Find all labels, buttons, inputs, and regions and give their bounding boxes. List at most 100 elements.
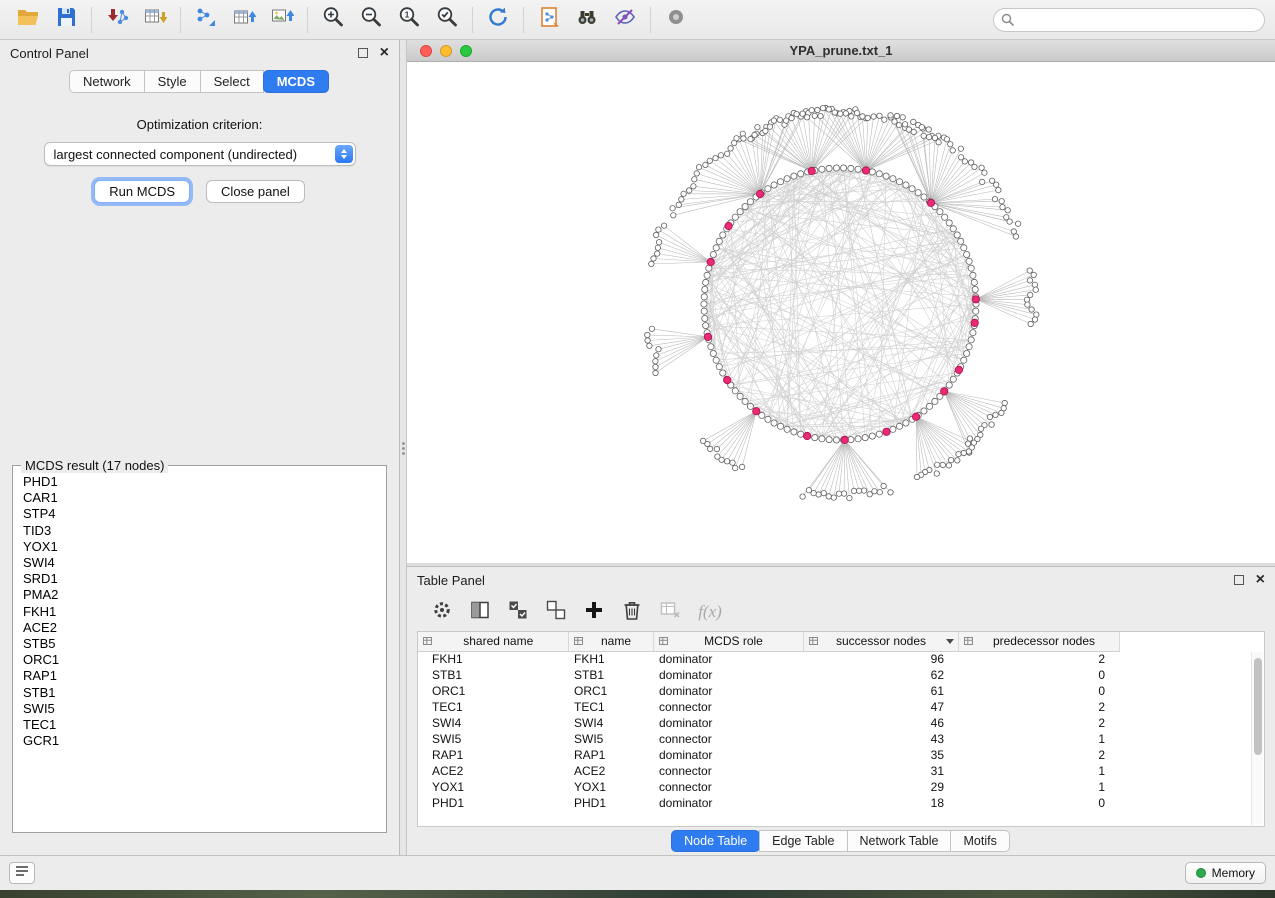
table-row[interactable]: ACE2ACE2connector311 [418,763,1119,779]
export-image-button[interactable] [264,4,300,36]
import-network-button[interactable] [99,4,135,36]
tab-network-table[interactable]: Network Table [847,830,952,852]
mcds-result-item[interactable]: STB5 [23,636,386,652]
close-panel-button[interactable]: Close panel [206,180,305,203]
mcds-result-item[interactable]: SWI4 [23,555,386,571]
table-row[interactable]: SWI5SWI5connector431 [418,731,1119,747]
mcds-result-item[interactable]: PHD1 [23,474,386,490]
mcds-result-item[interactable]: ACE2 [23,620,386,636]
tab-motifs[interactable]: Motifs [950,830,1009,852]
mcds-result-item[interactable]: RAP1 [23,668,386,684]
table-toolbar: f(x) [407,593,1275,631]
window-close-icon[interactable] [420,45,432,57]
mcds-result-item[interactable]: STB1 [23,685,386,701]
window-zoom-icon[interactable] [460,45,472,57]
window-minimize-icon[interactable] [440,45,452,57]
save-session-button[interactable] [48,4,84,36]
memory-button[interactable]: Memory [1185,862,1266,884]
network-graph-svg[interactable] [407,62,1275,563]
status-menu-button[interactable] [9,862,35,884]
column-header-mcds-role[interactable]: MCDS role [653,632,803,651]
close-panel-icon[interactable]: × [380,45,389,61]
refresh-button[interactable] [480,4,516,36]
criterion-dropdown[interactable]: largest connected component (undirected) [44,142,356,166]
mcds-result-item[interactable]: YOX1 [23,539,386,555]
table-cell: 2 [958,699,1119,715]
show-columns-button[interactable] [465,598,495,626]
memory-label: Memory [1212,866,1255,880]
select-all-button[interactable] [503,598,533,626]
table-settings-button[interactable] [427,598,457,626]
run-mcds-button[interactable]: Run MCDS [94,180,190,203]
table-cell: TEC1 [418,699,568,715]
plus-icon [582,598,606,627]
clear-table-button[interactable] [655,598,685,626]
tab-network[interactable]: Network [69,70,145,93]
mcds-result-item[interactable]: TID3 [23,523,386,539]
mcds-result-item[interactable]: GCR1 [23,733,386,749]
table-row[interactable]: TEC1TEC1connector472 [418,699,1119,715]
search-input[interactable] [993,8,1265,32]
table-row[interactable]: PHD1PHD1dominator180 [418,795,1119,811]
close-table-panel-icon[interactable]: × [1256,572,1265,588]
mcds-result-item[interactable]: PMA2 [23,587,386,603]
table-row[interactable]: YOX1YOX1connector291 [418,779,1119,795]
mcds-result-item[interactable]: FKH1 [23,604,386,620]
tab-node-table[interactable]: Node Table [671,830,760,852]
unselect-all-button[interactable] [541,598,571,626]
table-row[interactable]: FKH1FKH1dominator962 [418,651,1119,667]
column-header-shared-name[interactable]: shared name [418,632,568,651]
control-panel: Control Panel × Network Style Select MCD… [0,40,400,855]
column-header-successor-nodes[interactable]: successor nodes [803,632,958,651]
share-document-button[interactable] [531,4,567,36]
table-cell: connector [653,699,803,715]
column-menu-icon [808,636,819,647]
table-cell: ORC1 [568,683,653,699]
function-builder-button[interactable]: f(x) [693,598,723,626]
zoom-fit-button[interactable]: 1 [391,4,427,36]
visibility-off-button[interactable] [607,4,643,36]
table-scrollbar[interactable] [1251,652,1263,825]
node-table: shared name name MCDS role successor nod… [418,632,1120,811]
tab-style[interactable]: Style [144,70,201,93]
table-row[interactable]: RAP1RAP1dominator352 [418,747,1119,763]
mcds-result-item[interactable]: CAR1 [23,490,386,506]
mcds-result-item[interactable]: TEC1 [23,717,386,733]
table-row[interactable]: STB1STB1dominator620 [418,667,1119,683]
export-network-button[interactable] [188,4,224,36]
table-cell: 35 [803,747,958,763]
eye-icon [664,5,688,34]
table-scrollbar-thumb[interactable] [1254,658,1262,755]
eye-button[interactable] [658,4,694,36]
float-table-panel-icon[interactable] [1234,575,1244,585]
vertical-splitter[interactable] [400,40,407,855]
tab-mcds[interactable]: MCDS [263,70,329,93]
tab-edge-table[interactable]: Edge Table [759,830,847,852]
zoom-selected-icon [435,5,459,34]
mcds-result-item[interactable]: STP4 [23,506,386,522]
column-header-predecessor-nodes[interactable]: predecessor nodes [958,632,1119,651]
mcds-result-item[interactable]: SRD1 [23,571,386,587]
svg-text:1: 1 [405,10,410,20]
add-column-button[interactable] [579,598,609,626]
network-window-titlebar[interactable]: YPA_prune.txt_1 [407,40,1275,62]
open-file-button[interactable] [10,4,46,36]
tab-select[interactable]: Select [200,70,264,93]
mcds-result-item[interactable]: SWI5 [23,701,386,717]
import-table-button[interactable] [137,4,173,36]
column-header-name[interactable]: name [568,632,653,651]
export-table-button[interactable] [226,4,262,36]
table-row[interactable]: SWI4SWI4dominator462 [418,715,1119,731]
table-row[interactable]: ORC1ORC1dominator610 [418,683,1119,699]
save-icon [54,5,78,34]
zoom-selected-button[interactable] [429,4,465,36]
table-cell: ORC1 [418,683,568,699]
zoom-out-button[interactable] [353,4,389,36]
delete-column-button[interactable] [617,598,647,626]
mcds-result-item[interactable]: ORC1 [23,652,386,668]
table-cell: 43 [803,731,958,747]
zoom-in-button[interactable] [315,4,351,36]
search-objects-button[interactable] [569,4,605,36]
network-canvas[interactable] [407,62,1275,563]
float-panel-icon[interactable] [358,48,368,58]
